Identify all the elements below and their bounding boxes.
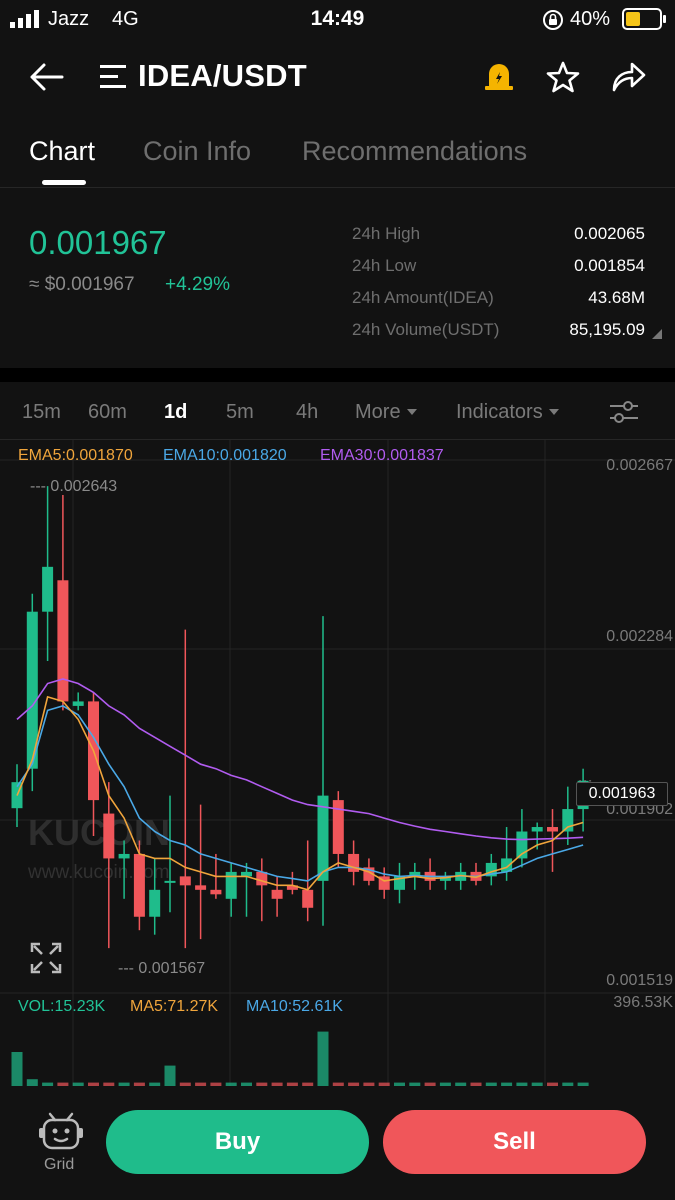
corner-triangle-icon (652, 329, 662, 339)
stat-value-low: 0.001854 (574, 256, 645, 275)
interval-more-dropdown[interactable]: More (355, 401, 417, 424)
sell-button[interactable]: Sell (383, 1110, 646, 1174)
vol-ma10-legend: MA10:52.61K (246, 998, 343, 1015)
watermark-brand: KUCOIN (28, 812, 170, 853)
buy-button[interactable]: Buy (106, 1110, 369, 1174)
high-price-marker: --- 0.002643 (30, 478, 117, 495)
tab-chart[interactable]: Chart (29, 136, 95, 167)
candle-body (179, 876, 191, 886)
interval-more-label: More (355, 401, 401, 423)
alert-bell-icon[interactable] (484, 60, 514, 92)
fullscreen-icon[interactable] (30, 942, 62, 974)
stat-label-volume: 24h Volume(USDT) (352, 320, 500, 339)
candle-body (118, 853, 130, 859)
tab-recommendations[interactable]: Recommendations (302, 136, 527, 167)
ema10-line (16, 705, 584, 882)
tab-coin-info[interactable]: Coin Info (143, 136, 251, 167)
section-divider (0, 368, 675, 382)
ema30-legend: EMA30:0.001837 (320, 447, 444, 464)
vol-ma5-legend: MA5:71.27K (130, 998, 219, 1015)
status-bar: Jazz 4G 14:49 40% (0, 0, 675, 38)
volume-bar (26, 1079, 38, 1086)
candle-body (72, 701, 84, 706)
interval-bar: 15m 60m 1d 5m 4h More Indicators (0, 384, 675, 440)
stat-value-volume: 85,195.09 (569, 320, 645, 339)
stat-value-high: 0.002065 (574, 224, 645, 243)
candle-body (195, 885, 207, 890)
last-price: 0.001967 (29, 224, 167, 261)
ema5-line (16, 695, 584, 891)
share-icon[interactable] (610, 60, 646, 94)
star-icon[interactable] (546, 60, 580, 94)
price-axis-label: 0.002284 (606, 628, 673, 645)
battery-icon (622, 8, 666, 30)
price-axis-label: 0.001519 (606, 972, 673, 989)
grid-label[interactable]: Grid (44, 1156, 74, 1174)
volume-bar (11, 1052, 23, 1086)
rotation-lock-icon (543, 10, 563, 30)
change-percent: +4.29% (165, 274, 230, 295)
stat-label-high: 24h High (352, 224, 421, 243)
candle-body (57, 580, 69, 702)
vol-legend: VOL:15.23K (18, 998, 106, 1015)
grid-bot-icon[interactable] (38, 1110, 84, 1152)
candle-body (562, 809, 574, 832)
current-price-tag: 0.001963 (576, 782, 668, 806)
back-arrow-icon[interactable] (28, 62, 64, 92)
chevron-down-icon (406, 409, 417, 415)
candlestick-chart[interactable]: KUCOIN www.kucoin.com --- 0.002643 --- 0… (0, 440, 675, 1086)
ema10-legend: EMA10:0.001820 (163, 447, 287, 464)
candle-body (164, 880, 176, 883)
ticker-panel: 0.001967 ≈ $0.001967 +4.29% 24h High 0.0… (0, 190, 675, 368)
price-axis-label: 0.002667 (606, 457, 673, 474)
carrier-label: Jazz (48, 8, 90, 30)
interval-4h[interactable]: 4h (296, 401, 318, 424)
interval-1d[interactable]: 1d (164, 401, 187, 424)
bottom-action-bar: Grid Buy Sell (0, 1086, 675, 1200)
chart-settings-icon[interactable] (608, 398, 640, 426)
section-tabs: Chart Coin Info Recommendations (0, 122, 675, 188)
battery-percent: 40% (570, 8, 611, 30)
stat-label-amount: 24h Amount(IDEA) (352, 288, 494, 307)
menu-lines-icon[interactable] (100, 64, 128, 90)
top-nav: IDEA/USDT (0, 40, 675, 112)
indicators-label: Indicators (456, 401, 543, 423)
candle-body (547, 827, 558, 832)
stat-value-amount: 43.68M (588, 288, 645, 307)
stat-label-low: 24h Low (352, 256, 417, 275)
ema5-legend: EMA5:0.001870 (18, 447, 133, 464)
candle-body (317, 795, 329, 881)
pair-title[interactable]: IDEA/USDT (138, 58, 307, 94)
interval-15m[interactable]: 15m (22, 401, 61, 424)
volume-bar (164, 1065, 176, 1086)
candle-body (42, 566, 54, 612)
low-price-marker: --- 0.001567 (118, 960, 205, 977)
interval-60m[interactable]: 60m (88, 401, 127, 424)
vol-axis-max: 396.53K (613, 994, 673, 1011)
chevron-down-icon (548, 409, 559, 415)
network-type: 4G (112, 8, 139, 30)
candle-body (531, 827, 543, 832)
candle-body (103, 813, 115, 859)
candle-body (210, 889, 222, 895)
indicators-dropdown[interactable]: Indicators (456, 401, 559, 424)
candle-body (302, 889, 314, 908)
candle-body (133, 853, 145, 917)
usd-price: ≈ $0.001967 (29, 274, 135, 295)
watermark-url: www.kucoin.com (27, 862, 170, 883)
candle-body (271, 889, 283, 899)
candle-body (149, 889, 161, 917)
candle-body (256, 871, 268, 886)
signal-bars-icon (10, 10, 39, 28)
volume-bar (317, 1031, 329, 1086)
active-tab-indicator (42, 180, 86, 185)
interval-5m[interactable]: 5m (226, 401, 254, 424)
